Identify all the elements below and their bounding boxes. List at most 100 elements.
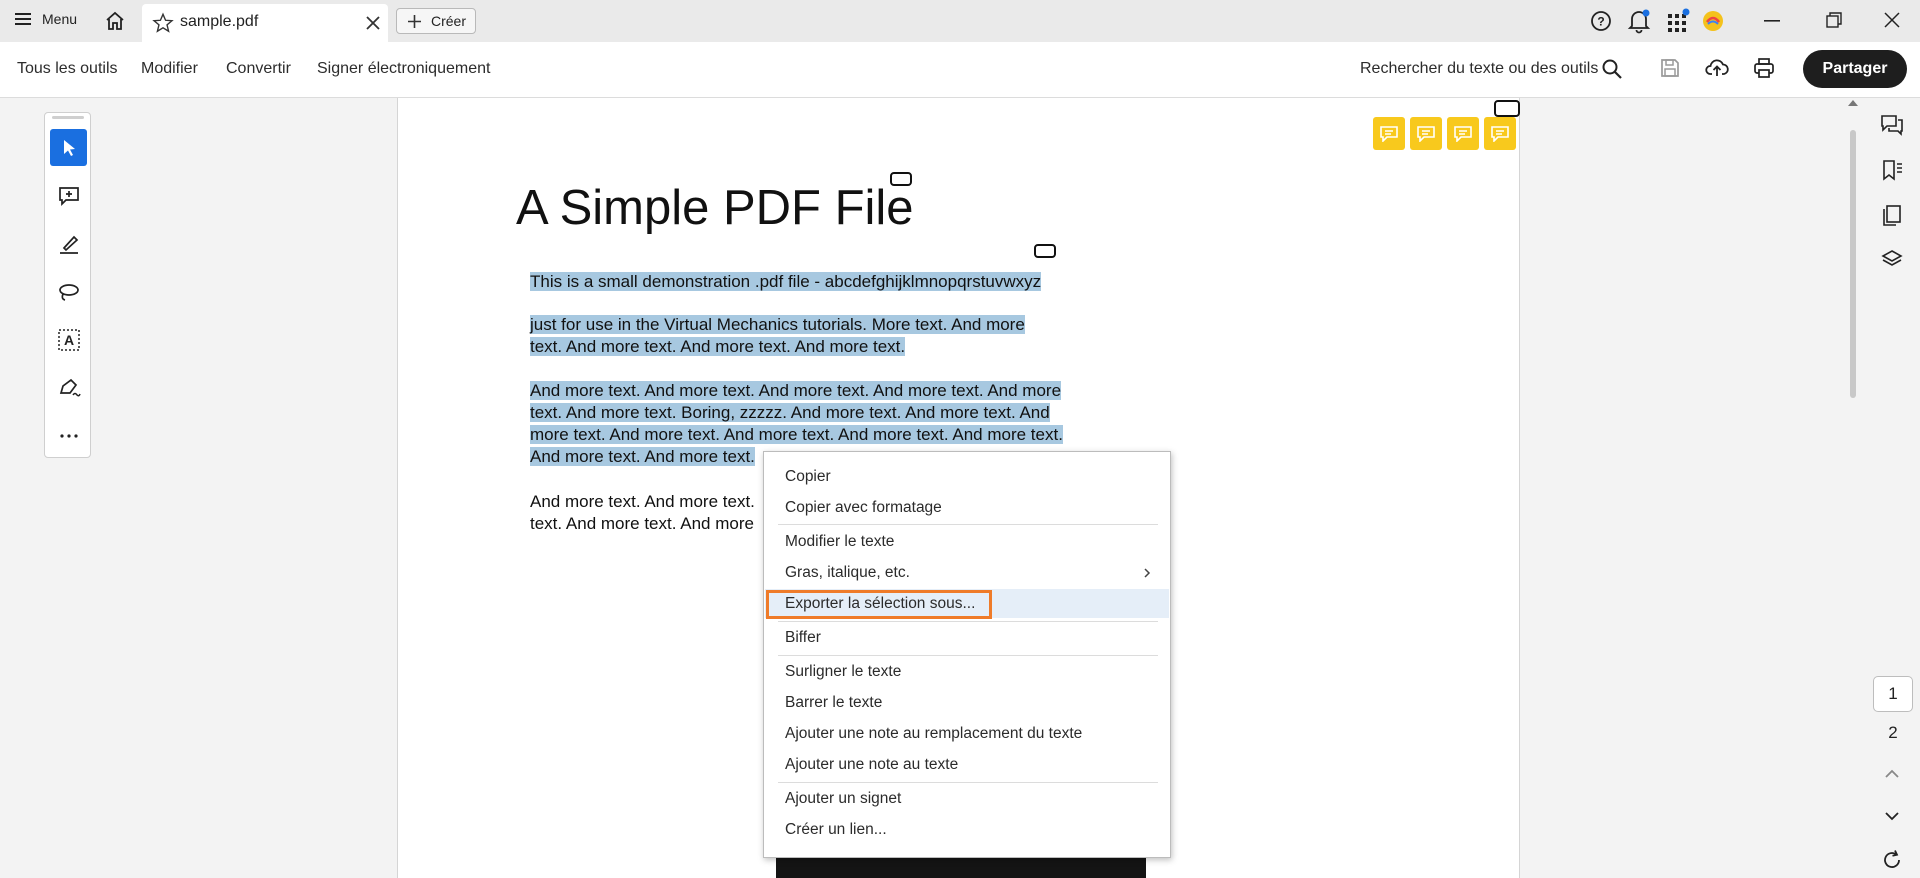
chevron-up-icon[interactable] xyxy=(1884,769,1900,779)
home-button[interactable] xyxy=(104,10,126,32)
menu-separator xyxy=(778,524,1158,525)
menu-button[interactable]: Menu xyxy=(14,11,77,27)
layers-panel-button[interactable] xyxy=(1878,246,1906,274)
more-tools-button[interactable] xyxy=(50,417,87,454)
refresh-icon[interactable] xyxy=(1881,849,1903,871)
bookmarks-panel-button[interactable] xyxy=(1878,156,1906,184)
text-line: This is a small demonstration .pdf file … xyxy=(530,271,1042,293)
create-button[interactable]: Créer xyxy=(396,8,476,34)
comment-add-icon xyxy=(58,186,79,206)
main-toolbar: Tous les outils Modifier Convertir Signe… xyxy=(0,42,1920,98)
cloud-upload-icon[interactable] xyxy=(1705,56,1729,80)
document-tab[interactable]: sample.pdf xyxy=(142,4,388,42)
select-tool[interactable] xyxy=(50,129,87,166)
text-line: text. And more text. And more xyxy=(530,514,754,533)
menu-item-highlight[interactable]: Surligner le texte xyxy=(785,663,901,681)
comments-panel-button[interactable] xyxy=(1878,111,1906,139)
highlighter-icon xyxy=(59,235,78,254)
sign-link[interactable]: Signer électroniquement xyxy=(317,60,490,78)
share-button[interactable]: Partager xyxy=(1803,50,1907,88)
pointer-icon xyxy=(63,139,75,156)
help-icon[interactable]: ? xyxy=(1590,10,1612,32)
notifications-icon[interactable] xyxy=(1627,8,1651,34)
all-tools-link[interactable]: Tous les outils xyxy=(17,60,118,78)
close-window-icon[interactable] xyxy=(1884,12,1900,28)
menu-item-edit-text[interactable]: Modifier le texte xyxy=(785,533,894,551)
menu-separator xyxy=(778,655,1158,656)
selected-text: text. And more text. Boring, zzzzz. And … xyxy=(530,403,1050,422)
context-menu: Copier Copier avec formatage Modifier le… xyxy=(763,451,1171,858)
selected-text: abcdefghijklmnopqrstuvwxyz xyxy=(824,272,1042,291)
text-line: more text. And more text. And more text.… xyxy=(530,424,1063,446)
menu-item-copy[interactable]: Copier xyxy=(785,468,831,486)
comment-icon xyxy=(1454,125,1472,142)
scroll-thumb[interactable] xyxy=(1850,130,1856,398)
star-icon[interactable] xyxy=(152,12,174,34)
svg-text:A: A xyxy=(63,332,73,348)
sticky-note-2[interactable] xyxy=(1410,117,1442,150)
highlight-tool[interactable] xyxy=(50,225,87,262)
selected-text: And more text. And more text. And more t… xyxy=(530,381,1062,400)
menu-item-link[interactable]: Créer un lien... xyxy=(785,821,887,839)
draw-tool[interactable] xyxy=(50,273,87,310)
modify-link[interactable]: Modifier xyxy=(141,60,198,78)
search-label[interactable]: Rechercher du texte ou des outils xyxy=(1360,60,1598,78)
title-bar: Menu sample.pdf Créer ? xyxy=(0,0,1920,42)
text-line: And more text. And more text. xyxy=(530,446,755,468)
text-line: text. And more text. Boring, zzzzz. And … xyxy=(530,402,1050,424)
more-icon xyxy=(59,433,78,438)
quick-tools-panel: A xyxy=(44,112,91,458)
comments-icon xyxy=(1881,115,1903,136)
menu-item-strikethrough[interactable]: Barrer le texte xyxy=(785,694,882,712)
apps-grid-icon[interactable] xyxy=(1666,8,1690,34)
avatar-icon[interactable] xyxy=(1702,10,1724,32)
sign-tool[interactable] xyxy=(50,369,87,406)
text-box-tool[interactable]: A xyxy=(50,321,87,358)
save-icon[interactable] xyxy=(1659,57,1681,79)
menu-item-export-selection[interactable]: Exporter la sélection sous... xyxy=(785,595,975,613)
menu-separator xyxy=(778,621,1158,622)
close-tab-icon[interactable] xyxy=(366,16,380,30)
selected-text: And more text. And more text. xyxy=(530,447,755,466)
comment-icon xyxy=(1491,125,1509,142)
menu-item-text-note[interactable]: Ajouter une note au texte xyxy=(785,756,958,774)
annotation-marker[interactable] xyxy=(1494,100,1520,117)
drag-handle[interactable] xyxy=(52,116,84,119)
text-line: And more text. And more text. xyxy=(530,492,755,511)
menu-separator xyxy=(778,782,1158,783)
tab-title: sample.pdf xyxy=(180,13,259,30)
selected-text: This is a small demonstration .pdf file … xyxy=(530,272,825,291)
text-box-icon: A xyxy=(57,328,80,351)
pages-panel-button[interactable] xyxy=(1878,201,1906,229)
page-number-2[interactable]: 2 xyxy=(1873,720,1913,746)
print-icon[interactable] xyxy=(1752,56,1776,80)
search-icon[interactable] xyxy=(1601,58,1623,80)
minimize-icon[interactable] xyxy=(1764,20,1780,22)
sticky-note-3[interactable] xyxy=(1447,117,1479,150)
pen-sign-icon xyxy=(59,378,81,397)
lasso-icon xyxy=(58,283,79,301)
selected-text: text. And more text. And more text. And … xyxy=(530,337,906,356)
convert-link[interactable]: Convertir xyxy=(226,60,291,78)
selected-text: more text. And more text. And more text.… xyxy=(530,425,1063,444)
pages-icon xyxy=(1883,205,1901,226)
layers-icon xyxy=(1881,250,1903,266)
add-comment-tool[interactable] xyxy=(50,177,87,214)
menu-item-replace-note[interactable]: Ajouter une note au remplacement du text… xyxy=(785,725,1082,743)
chevron-down-icon[interactable] xyxy=(1884,811,1900,821)
menu-item-copy-format[interactable]: Copier avec formatage xyxy=(785,499,942,517)
restore-icon[interactable] xyxy=(1826,12,1842,28)
sticky-note-4[interactable] xyxy=(1484,117,1516,150)
current-page-indicator[interactable]: 1 xyxy=(1873,676,1913,712)
create-label: Créer xyxy=(431,13,467,29)
comment-icon xyxy=(1417,125,1435,142)
sticky-note-1[interactable] xyxy=(1373,117,1405,150)
home-icon xyxy=(106,11,124,30)
bookmark-list-icon xyxy=(1883,160,1902,181)
menu-item-bookmark[interactable]: Ajouter un signet xyxy=(785,790,901,808)
menu-item-strike[interactable]: Biffer xyxy=(785,629,821,647)
comment-icon xyxy=(1380,125,1398,142)
menu-item-format-text[interactable]: Gras, italique, etc. xyxy=(785,564,910,582)
scroll-up-arrow[interactable] xyxy=(1848,100,1858,106)
annotation-marker[interactable] xyxy=(1034,244,1056,258)
